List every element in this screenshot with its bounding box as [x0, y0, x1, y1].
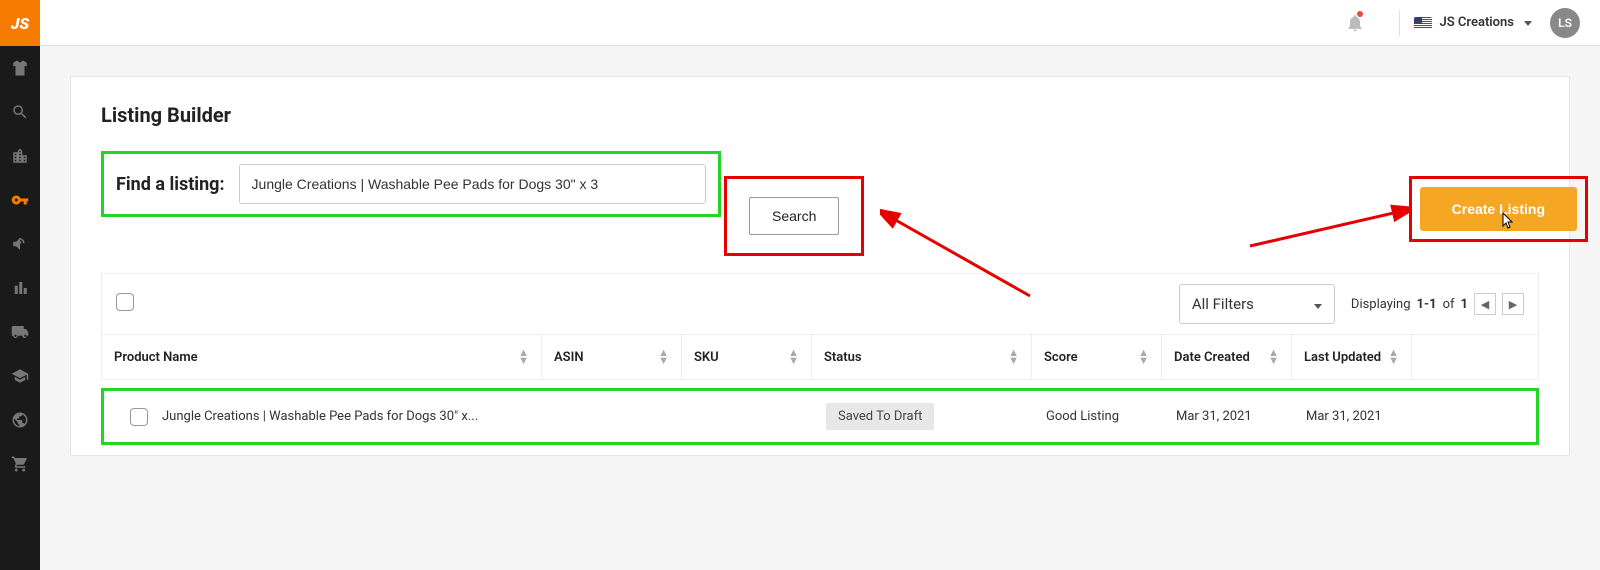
table-row[interactable]: Jungle Creations | Washable Pee Pads for…	[104, 391, 1536, 442]
card: Listing Builder Find a listing: All Filt…	[70, 76, 1570, 456]
sort-icon: ▲▼	[658, 349, 669, 365]
caret-down-icon	[1524, 15, 1532, 30]
account-switcher[interactable]: JS Creations	[1414, 15, 1533, 30]
separator	[1399, 10, 1400, 36]
sidebar-item-cart[interactable]	[0, 442, 40, 486]
cell-status: Saved To Draft	[814, 391, 1034, 442]
sort-icon: ▲▼	[1268, 349, 1279, 365]
logo[interactable]: JS	[0, 0, 40, 46]
page-title: Listing Builder	[101, 103, 1539, 127]
cell-empty	[1414, 405, 1536, 429]
col-status[interactable]: Status ▲▼	[812, 335, 1032, 379]
col-date-created[interactable]: Date Created ▲▼	[1162, 335, 1292, 379]
sidebar-item-grad[interactable]	[0, 354, 40, 398]
main-content: Listing Builder Find a listing: All Filt…	[40, 46, 1600, 570]
pager: Displaying 1-1 of 1 ◀ ▶	[1351, 293, 1524, 315]
sort-icon: ▲▼	[1008, 349, 1019, 365]
search-input[interactable]	[239, 164, 706, 204]
sort-icon: ▲▼	[1388, 349, 1399, 365]
sidebar-item-globe[interactable]	[0, 398, 40, 442]
sidebar-item-shirt[interactable]	[0, 46, 40, 90]
filters-label: All Filters	[1192, 295, 1254, 313]
pager-next[interactable]: ▶	[1502, 293, 1524, 315]
sidebar-item-key[interactable]	[0, 178, 40, 222]
select-all-checkbox[interactable]	[116, 293, 134, 311]
cell-asin	[544, 405, 684, 429]
cursor-pointer-icon	[1498, 211, 1516, 236]
sidebar: JS	[0, 0, 40, 570]
pager-range: 1-1	[1417, 297, 1437, 312]
sidebar-item-megaphone[interactable]	[0, 222, 40, 266]
col-last-updated[interactable]: Last Updated ▲▼	[1292, 335, 1412, 379]
highlighted-row-box: Jungle Creations | Washable Pee Pads for…	[101, 388, 1539, 445]
search-label: Find a listing:	[116, 174, 225, 195]
col-empty	[1412, 335, 1538, 379]
sidebar-item-chart[interactable]	[0, 266, 40, 310]
sidebar-item-city[interactable]	[0, 134, 40, 178]
sort-icon: ▲▼	[1138, 349, 1149, 365]
filter-bar: All Filters Displaying 1-1 of 1 ◀ ▶	[101, 273, 1539, 335]
cell-last-updated: Mar 31, 2021	[1294, 397, 1414, 436]
col-score[interactable]: Score ▲▼	[1032, 335, 1162, 379]
pager-of: of	[1443, 297, 1455, 312]
account-name: JS Creations	[1440, 15, 1515, 30]
avatar[interactable]: LS	[1550, 8, 1580, 38]
find-listing-box: Find a listing:	[101, 151, 721, 217]
col-product-name[interactable]: Product Name ▲▼	[102, 335, 542, 379]
status-badge: Saved To Draft	[826, 403, 934, 430]
pager-total: 1	[1461, 297, 1468, 312]
cell-product-name: Jungle Creations | Washable Pee Pads for…	[104, 396, 544, 438]
table-header: Product Name ▲▼ ASIN ▲▼ SKU ▲▼ Status ▲▼…	[101, 335, 1539, 380]
row-checkbox[interactable]	[130, 408, 148, 426]
sidebar-item-truck[interactable]	[0, 310, 40, 354]
sidebar-item-search[interactable]	[0, 90, 40, 134]
search-button-highlight: Search	[724, 176, 864, 256]
notification-bell-icon[interactable]	[1345, 13, 1365, 33]
displaying-label: Displaying	[1351, 297, 1411, 312]
col-sku[interactable]: SKU ▲▼	[682, 335, 812, 379]
col-asin[interactable]: ASIN ▲▼	[542, 335, 682, 379]
create-listing-button[interactable]: Create Listing	[1420, 187, 1577, 231]
create-listing-highlight: Create Listing	[1409, 176, 1588, 242]
pager-prev[interactable]: ◀	[1474, 293, 1496, 315]
cell-score: Good Listing	[1034, 397, 1164, 436]
cell-date-created: Mar 31, 2021	[1164, 397, 1294, 436]
sort-icon: ▲▼	[788, 349, 799, 365]
search-button[interactable]: Search	[749, 197, 839, 235]
top-bar: JS Creations LS	[0, 0, 1600, 46]
sort-icon: ▲▼	[518, 349, 529, 365]
flag-us-icon	[1414, 17, 1432, 29]
caret-down-icon	[1314, 295, 1322, 313]
filters-dropdown[interactable]: All Filters	[1179, 284, 1335, 324]
cell-sku	[684, 405, 814, 429]
